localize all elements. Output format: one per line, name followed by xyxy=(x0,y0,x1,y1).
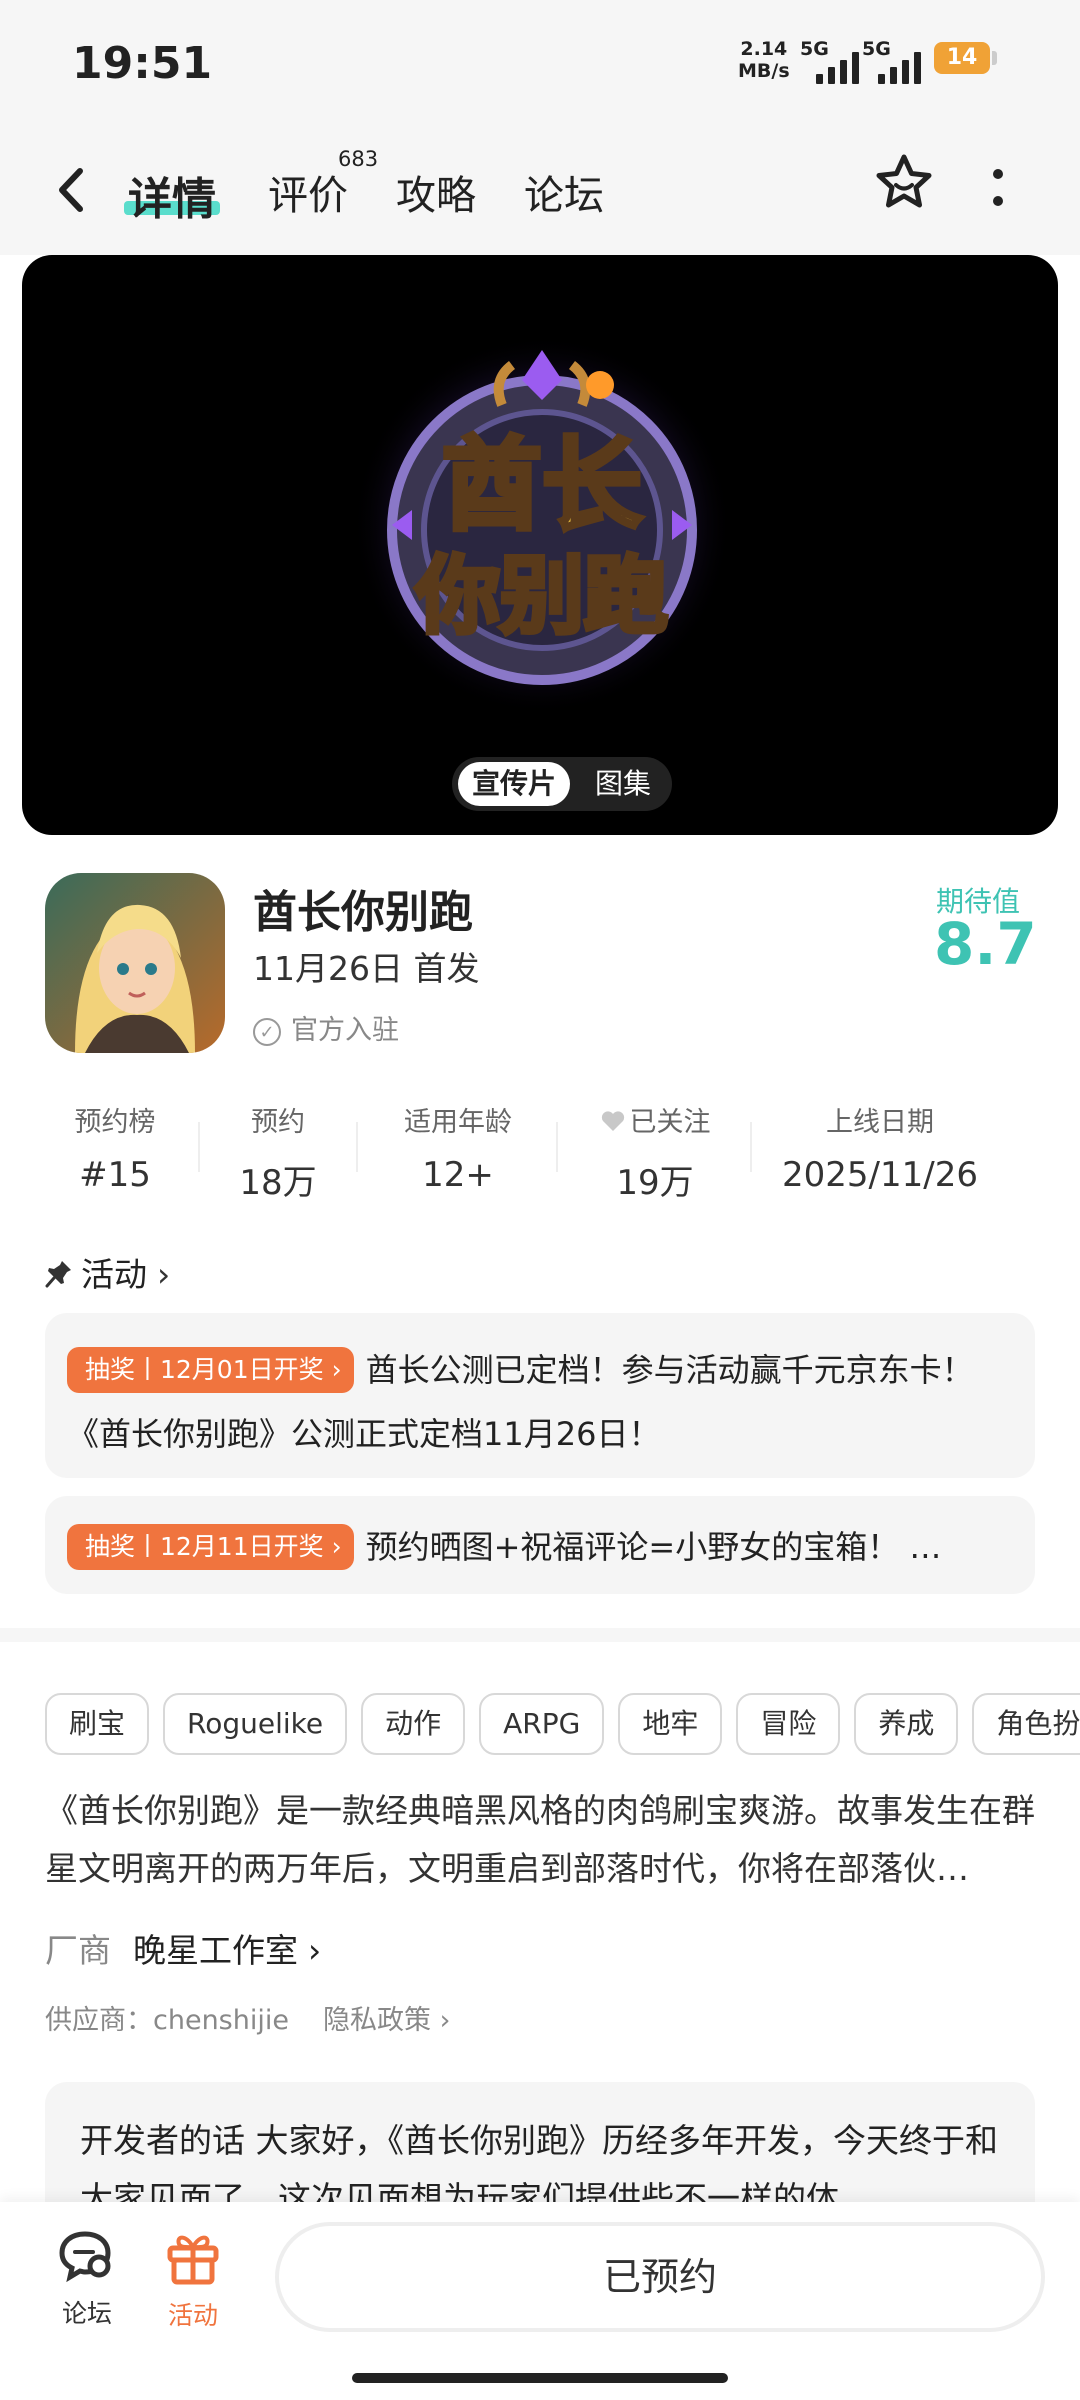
stat-label: 预约 xyxy=(251,1107,305,1138)
tab-forum[interactable]: 论坛 xyxy=(524,163,604,221)
stat-age-rating[interactable]: 适用年龄 12+ xyxy=(398,1100,518,1195)
stat-reservations: 预约 18万 xyxy=(228,1100,328,1204)
section-separator xyxy=(0,1628,1080,1642)
bottom-nav-label: 论坛 xyxy=(61,2299,112,2328)
stat-launch-date: 上线日期 2025/11/26 xyxy=(780,1100,980,1195)
home-indicator[interactable] xyxy=(352,2373,728,2383)
tag-chip[interactable]: 刷宝 xyxy=(45,1693,150,1755)
vendor-label: 厂商 xyxy=(45,1931,111,1970)
privacy-policy-link[interactable]: 隐私政策 › xyxy=(323,2005,450,2036)
media-tab-switch: 宣传片 图集 xyxy=(452,757,672,811)
activity-header[interactable]: 活动 › xyxy=(45,1248,170,1296)
media-tab-gallery[interactable]: 图集 xyxy=(584,757,662,811)
bottom-nav-forum[interactable]: 论坛 xyxy=(42,2230,132,2330)
stat-value: 19万 xyxy=(616,1163,694,1203)
reviews-count: 683 xyxy=(338,147,379,171)
pin-icon xyxy=(45,1261,71,1288)
stat-value: 2025/11/26 xyxy=(782,1155,978,1195)
tab-details[interactable]: 详情 xyxy=(128,163,216,227)
stat-label: 上线日期 xyxy=(826,1107,934,1138)
app-icon xyxy=(45,873,225,1053)
signal-bars-icon xyxy=(816,50,859,84)
divider xyxy=(750,1122,752,1172)
gift-icon xyxy=(167,2235,219,2285)
stat-label: 已关注 xyxy=(590,1100,720,1139)
divider xyxy=(556,1122,558,1172)
check-circle-icon: ✓ xyxy=(253,1017,281,1046)
vendor-row[interactable]: 厂商 晚星工作室 › xyxy=(45,1924,321,1972)
stat-label: 适用年龄 xyxy=(404,1107,512,1138)
net-speed-value: 2.14 xyxy=(740,38,788,60)
tag-chip[interactable]: 角色扮 xyxy=(972,1693,1080,1755)
divider xyxy=(356,1122,358,1172)
status-bar: 19:51 2.14 MB/s 5G 5G 14 xyxy=(0,0,1080,125)
reserved-button[interactable]: 已预约 xyxy=(275,2222,1045,2332)
heart-icon xyxy=(601,1111,624,1131)
bottom-nav-activity[interactable]: 活动 xyxy=(148,2230,238,2332)
tag-chip[interactable]: 动作 xyxy=(361,1693,466,1755)
stat-reserve-rank[interactable]: 预约榜 #15 xyxy=(70,1100,160,1195)
logo-text-line1: 酋长 xyxy=(442,427,642,544)
stat-value: 18万 xyxy=(239,1163,317,1203)
more-options-icon[interactable] xyxy=(986,165,1010,211)
tag-chip[interactable]: ARPG xyxy=(479,1693,605,1755)
tag-chip[interactable]: 冒险 xyxy=(736,1693,841,1755)
logo-text-line2: 你别跑 xyxy=(415,547,668,645)
stat-followers[interactable]: 已关注 19万 xyxy=(590,1100,720,1204)
status-time: 19:51 xyxy=(72,38,213,89)
developer-note-card[interactable]: 开发者的话 大家好，《酋长你别跑》历经多年开发，今天终于和大家见面了。这次见面想… xyxy=(45,2082,1035,2202)
official-label: 官方入驻 xyxy=(291,1015,399,1046)
expectation-score: 8.7 xyxy=(934,910,1037,978)
bottom-nav-label: 活动 xyxy=(167,2301,218,2330)
bottom-bar: 论坛 活动 已预约 xyxy=(0,2202,1080,2400)
stat-label: 预约榜 xyxy=(74,1107,156,1138)
game-description[interactable]: 《酋长你别跑》是一款经典暗黑风格的肉鸽刷宝爽游。故事发生在群星文明离开的两万年后… xyxy=(45,1782,1040,1898)
signal-bars-icon xyxy=(878,50,921,84)
net-speed: 2.14 MB/s xyxy=(738,38,790,82)
lottery-badge: 抽奖丨12月01日开奖 › xyxy=(67,1347,354,1393)
tag-chip[interactable]: 养成 xyxy=(854,1693,959,1755)
back-arrow-icon[interactable] xyxy=(52,165,92,215)
divider xyxy=(198,1122,200,1172)
chevron-right-icon: › xyxy=(308,1931,322,1970)
lottery-badge: 抽奖丨12月11日开奖 › xyxy=(67,1524,354,1570)
stat-value: 12+ xyxy=(422,1155,494,1195)
favorite-star-icon[interactable] xyxy=(872,151,936,215)
official-badge: ✓ 官方入驻 xyxy=(253,1008,399,1047)
release-date: 11月26日 首发 xyxy=(253,949,480,988)
developer-note-text: 开发者的话 大家好，《酋长你别跑》历经多年开发，今天终于和大家见面了。这次见面想… xyxy=(80,2121,998,2202)
tag-list: 刷宝 Roguelike 动作 ARPG 地牢 冒险 养成 角色扮 xyxy=(45,1693,1080,1755)
top-nav: 详情 评价 683 攻略 论坛 xyxy=(0,125,1080,255)
activity-title: 活动 xyxy=(81,1255,147,1294)
stats-row: 预约榜 #15 预约 18万 适用年龄 12+ 已关注 19万 上线日期 202… xyxy=(0,1100,1080,1210)
net-speed-unit: MB/s xyxy=(738,60,790,82)
activity-card[interactable]: 抽奖丨12月01日开奖 › 酋长公测已定档！参与活动赢千元京东卡！《酋长你别跑》公… xyxy=(45,1313,1035,1478)
activity-card[interactable]: 抽奖丨12月11日开奖 › 预约晒图+祝福评论=小野女的宝箱！ … xyxy=(45,1496,1035,1594)
supplier-row: 供应商：chenshijie 隐私政策 › xyxy=(45,1998,450,2037)
tab-reviews[interactable]: 评价 xyxy=(268,163,348,221)
stat-value: #15 xyxy=(79,1155,151,1195)
game-logo-image: 酋长 你别跑 xyxy=(352,335,732,715)
vendor-name: 晚星工作室 xyxy=(133,1931,298,1970)
activity-text: 预约晒图+祝福评论=小野女的宝箱！ … xyxy=(365,1528,942,1566)
chevron-right-icon: › xyxy=(157,1255,171,1294)
tag-chip[interactable]: 地牢 xyxy=(618,1693,723,1755)
chat-bubble-icon xyxy=(59,2231,111,2283)
supplier-text: 供应商：chenshijie xyxy=(45,2005,289,2036)
tag-chip[interactable]: Roguelike xyxy=(163,1693,348,1755)
battery-icon: 14 xyxy=(934,42,990,74)
media-banner[interactable]: 酋长 你别跑 宣传片 图集 xyxy=(22,255,1058,835)
app-name: 酋长你别跑 xyxy=(253,887,473,938)
battery-cap xyxy=(992,51,997,65)
media-tab-trailer[interactable]: 宣传片 xyxy=(458,762,570,806)
tab-guides[interactable]: 攻略 xyxy=(396,163,476,221)
